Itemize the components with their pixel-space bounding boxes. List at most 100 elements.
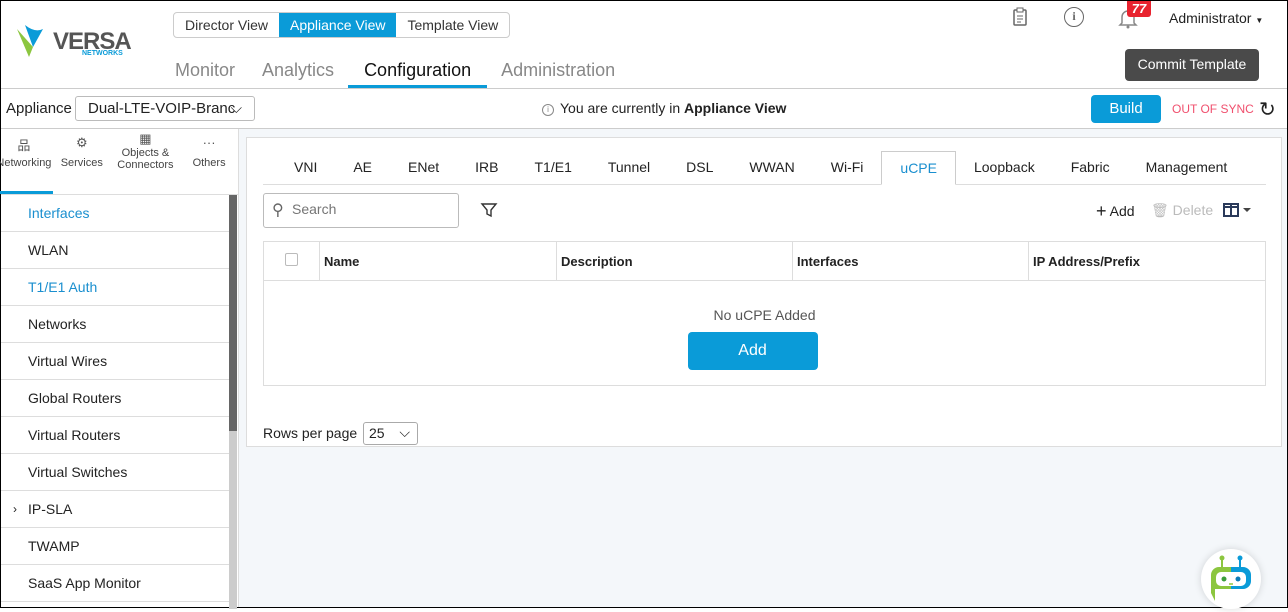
side-item-twamp[interactable]: TWAMP — [1, 528, 229, 565]
nav-analytics[interactable]: Analytics — [249, 59, 348, 88]
side-item-networks[interactable]: Networks — [1, 306, 229, 343]
add-label: Add — [1109, 203, 1135, 219]
tab-wifi[interactable]: Wi-Fi — [813, 151, 882, 185]
nav-administration[interactable]: Administration — [487, 59, 629, 88]
caret-down-icon: ▼ — [1255, 16, 1264, 25]
appliance-label: Appliance — [6, 100, 72, 117]
robot-icon — [1211, 555, 1251, 601]
info-small-icon: i — [542, 104, 554, 116]
sync-status: OUT OF SYNC — [1172, 102, 1254, 116]
col-interfaces[interactable]: Interfaces — [792, 241, 1029, 281]
select-all-checkbox[interactable] — [285, 253, 298, 266]
view-switcher: Director View Appliance View Template Vi… — [173, 12, 511, 38]
template-view-button[interactable]: Template View — [396, 13, 509, 37]
tab-tunnel[interactable]: Tunnel — [590, 151, 668, 185]
tab-wwan[interactable]: WWAN — [731, 151, 812, 185]
search-input[interactable] — [292, 201, 452, 217]
info-text: You are currently in — [560, 100, 684, 116]
filter-icon[interactable] — [480, 201, 498, 222]
info-view-name: Appliance View — [684, 100, 787, 116]
tab-dsl[interactable]: DSL — [668, 151, 731, 185]
interface-tabs: VNI AE ENet IRB T1/E1 Tunnel DSL WWAN Wi… — [276, 151, 1245, 185]
table-header-row: Name Description Interfaces IP Address/P… — [263, 241, 1266, 281]
chevron-down-icon: ⌵ — [399, 424, 410, 440]
empty-message: No uCPE Added — [713, 307, 816, 323]
side-tab-label: Objects & Connectors — [117, 147, 174, 171]
chatbot-button[interactable] — [1201, 549, 1261, 609]
side-item-interfaces[interactable]: Interfaces — [1, 195, 229, 232]
rows-per-page-select[interactable]: 25 ⌵ — [363, 422, 418, 445]
column-chooser[interactable] — [1223, 203, 1253, 220]
nav-monitor[interactable]: Monitor — [161, 59, 249, 88]
tab-loopback[interactable]: Loopback — [956, 151, 1053, 185]
chevron-down-icon: ⌵ — [230, 100, 242, 117]
side-item-saas-app-monitor[interactable]: SaaS App Monitor — [1, 565, 229, 602]
tab-enet[interactable]: ENet — [390, 151, 457, 185]
side-tab-objects-connectors[interactable]: ▦ Objects & Connectors — [111, 129, 180, 194]
build-button[interactable]: Build — [1091, 95, 1161, 123]
side-item-virtual-routers[interactable]: Virtual Routers — [1, 417, 229, 454]
delete-toolbar-button[interactable]: 🗑 Delete — [1151, 202, 1213, 219]
tab-vni[interactable]: VNI — [276, 151, 335, 185]
select-all-cell — [263, 241, 320, 281]
notification-badge: 77 — [1127, 1, 1151, 17]
empty-row: No uCPE Added Add — [264, 281, 1266, 386]
side-tab-label: Networking — [0, 157, 52, 169]
side-tab-others[interactable]: ··· Others — [180, 129, 238, 194]
col-name[interactable]: Name — [319, 241, 557, 281]
chevron-right-icon: › — [13, 502, 17, 516]
user-menu[interactable]: Administrator ▼ — [1169, 10, 1263, 26]
rows-per-page-value: 25 — [369, 425, 385, 441]
more-icon: ··· — [202, 135, 216, 150]
side-tab-label: Others — [192, 157, 226, 169]
side-item-t1e1-auth[interactable]: T1/E1 Auth — [1, 269, 229, 306]
trash-icon: 🗑 — [1151, 202, 1169, 218]
delete-label: Delete — [1172, 202, 1214, 218]
side-tab-label: Services — [60, 157, 103, 169]
appliance-value: Dual-LTE-VOIP-Branc — [88, 100, 236, 117]
side-menu: Interfaces WLAN T1/E1 Auth Networks Virt… — [1, 195, 229, 602]
tab-fabric[interactable]: Fabric — [1053, 151, 1128, 185]
nav-configuration[interactable]: Configuration — [348, 59, 488, 88]
clipboard-icon[interactable] — [1011, 7, 1029, 27]
tab-ae[interactable]: AE — [335, 151, 390, 185]
gears-icon: ⚙ — [75, 135, 88, 150]
logo-mark-icon — [17, 25, 43, 57]
tab-t1e1[interactable]: T1/E1 — [517, 151, 590, 185]
side-item-ip-sla[interactable]: › IP-SLA — [1, 491, 229, 528]
director-view-button[interactable]: Director View — [174, 13, 279, 37]
divider — [1, 88, 1287, 89]
tab-ucpe[interactable]: uCPE — [881, 151, 956, 185]
col-ip-prefix[interactable]: IP Address/Prefix — [1029, 242, 1266, 281]
add-ucpe-button[interactable]: Add — [687, 332, 818, 370]
side-tab-services[interactable]: ⚙ Services — [53, 129, 111, 194]
network-icon: 品 — [17, 138, 31, 153]
columns-icon — [1223, 203, 1251, 217]
side-item-label: IP-SLA — [28, 501, 73, 517]
tab-irb[interactable]: IRB — [457, 151, 516, 185]
appliance-view-button[interactable]: Appliance View — [279, 13, 397, 37]
side-tab-networking[interactable]: 品 Networking — [0, 129, 53, 194]
search-icon: ⚲ — [272, 202, 284, 219]
refresh-icon[interactable]: ↻ — [1259, 97, 1276, 122]
sidebar-scrollbar[interactable] — [229, 195, 237, 609]
view-info: i You are currently in Appliance View — [542, 100, 786, 116]
plus-icon: + — [1096, 201, 1107, 221]
rows-per-page-label: Rows per page — [263, 425, 358, 441]
side-tabs: 品 Networking ⚙ Services ▦ Objects & Connect… — [0, 129, 238, 195]
brand-sub: NETWORKS — [82, 50, 123, 57]
side-item-virtual-wires[interactable]: Virtual Wires — [1, 343, 229, 380]
scrollbar-thumb[interactable] — [229, 195, 237, 431]
side-item-virtual-switches[interactable]: Virtual Switches — [1, 454, 229, 491]
commit-template-button[interactable]: Commit Template — [1125, 49, 1259, 81]
side-item-wlan[interactable]: WLAN — [1, 232, 229, 269]
tab-management[interactable]: Management — [1128, 151, 1246, 185]
side-item-global-routers[interactable]: Global Routers — [1, 380, 229, 417]
main-nav: Monitor Analytics Configuration Administ… — [161, 59, 629, 88]
appliance-select[interactable]: Dual-LTE-VOIP-Branc ⌵ — [75, 96, 255, 121]
col-description[interactable]: Description — [556, 241, 793, 281]
search-box: ⚲ — [263, 193, 459, 228]
user-name: Administrator — [1169, 10, 1252, 26]
info-icon[interactable]: i — [1064, 7, 1084, 27]
add-toolbar-button[interactable]: + Add — [1096, 201, 1135, 222]
